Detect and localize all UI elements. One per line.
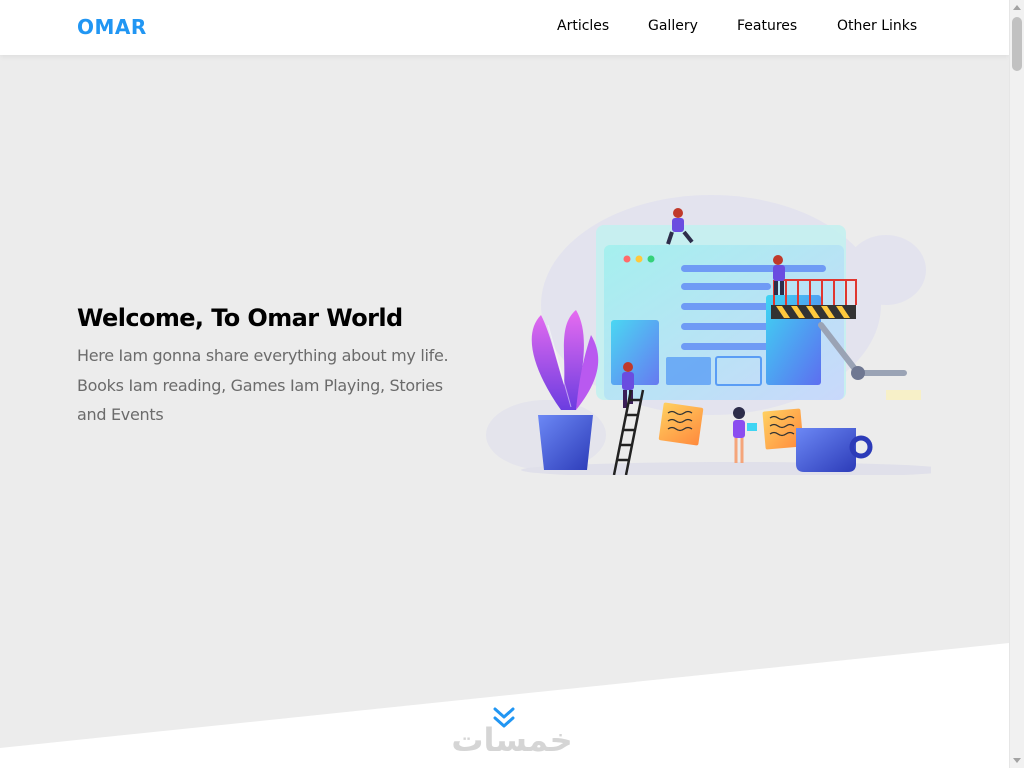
window-dot-green	[647, 255, 655, 263]
coffee-cup	[796, 428, 856, 472]
screen-bar	[681, 343, 771, 350]
screen-card	[611, 320, 659, 385]
window-dot-yellow	[635, 255, 643, 263]
watermark-logo: خمسات	[451, 721, 572, 759]
scrollbar[interactable]	[1009, 0, 1024, 768]
nav-link-other-links[interactable]: Other Links	[837, 18, 917, 34]
plant-pot	[538, 415, 593, 470]
window-dot-red	[623, 255, 631, 263]
screen-card	[666, 357, 711, 385]
nav-link-gallery[interactable]: Gallery	[648, 18, 698, 34]
screen-bar	[681, 283, 771, 290]
robot-joint	[851, 366, 865, 380]
logo[interactable]: OMAR	[77, 15, 147, 39]
scroll-thumb[interactable]	[1012, 17, 1022, 71]
screen-bar	[681, 265, 826, 272]
watermark-text: خمسات	[451, 721, 572, 759]
screen-bar	[681, 323, 771, 330]
nav-link-articles[interactable]: Articles	[557, 18, 609, 34]
hero-title: Welcome, To Omar World	[77, 304, 403, 332]
site-header: OMAR Articles Gallery Features Other Lin…	[0, 0, 1009, 55]
nav-link-features[interactable]: Features	[737, 18, 797, 34]
illustration-blob	[846, 235, 926, 305]
page: OMAR Articles Gallery Features Other Lin…	[0, 0, 1009, 768]
screen-bar	[681, 303, 771, 310]
sticky-note	[658, 402, 704, 446]
person-tablet	[733, 407, 757, 463]
scroll-up-arrow-icon[interactable]	[1013, 5, 1021, 10]
light-beam	[886, 390, 921, 400]
hero-description: Here Iam gonna share everything about my…	[77, 346, 449, 424]
scroll-down-arrow-icon[interactable]	[1013, 758, 1021, 763]
hero-illustration	[486, 195, 931, 475]
